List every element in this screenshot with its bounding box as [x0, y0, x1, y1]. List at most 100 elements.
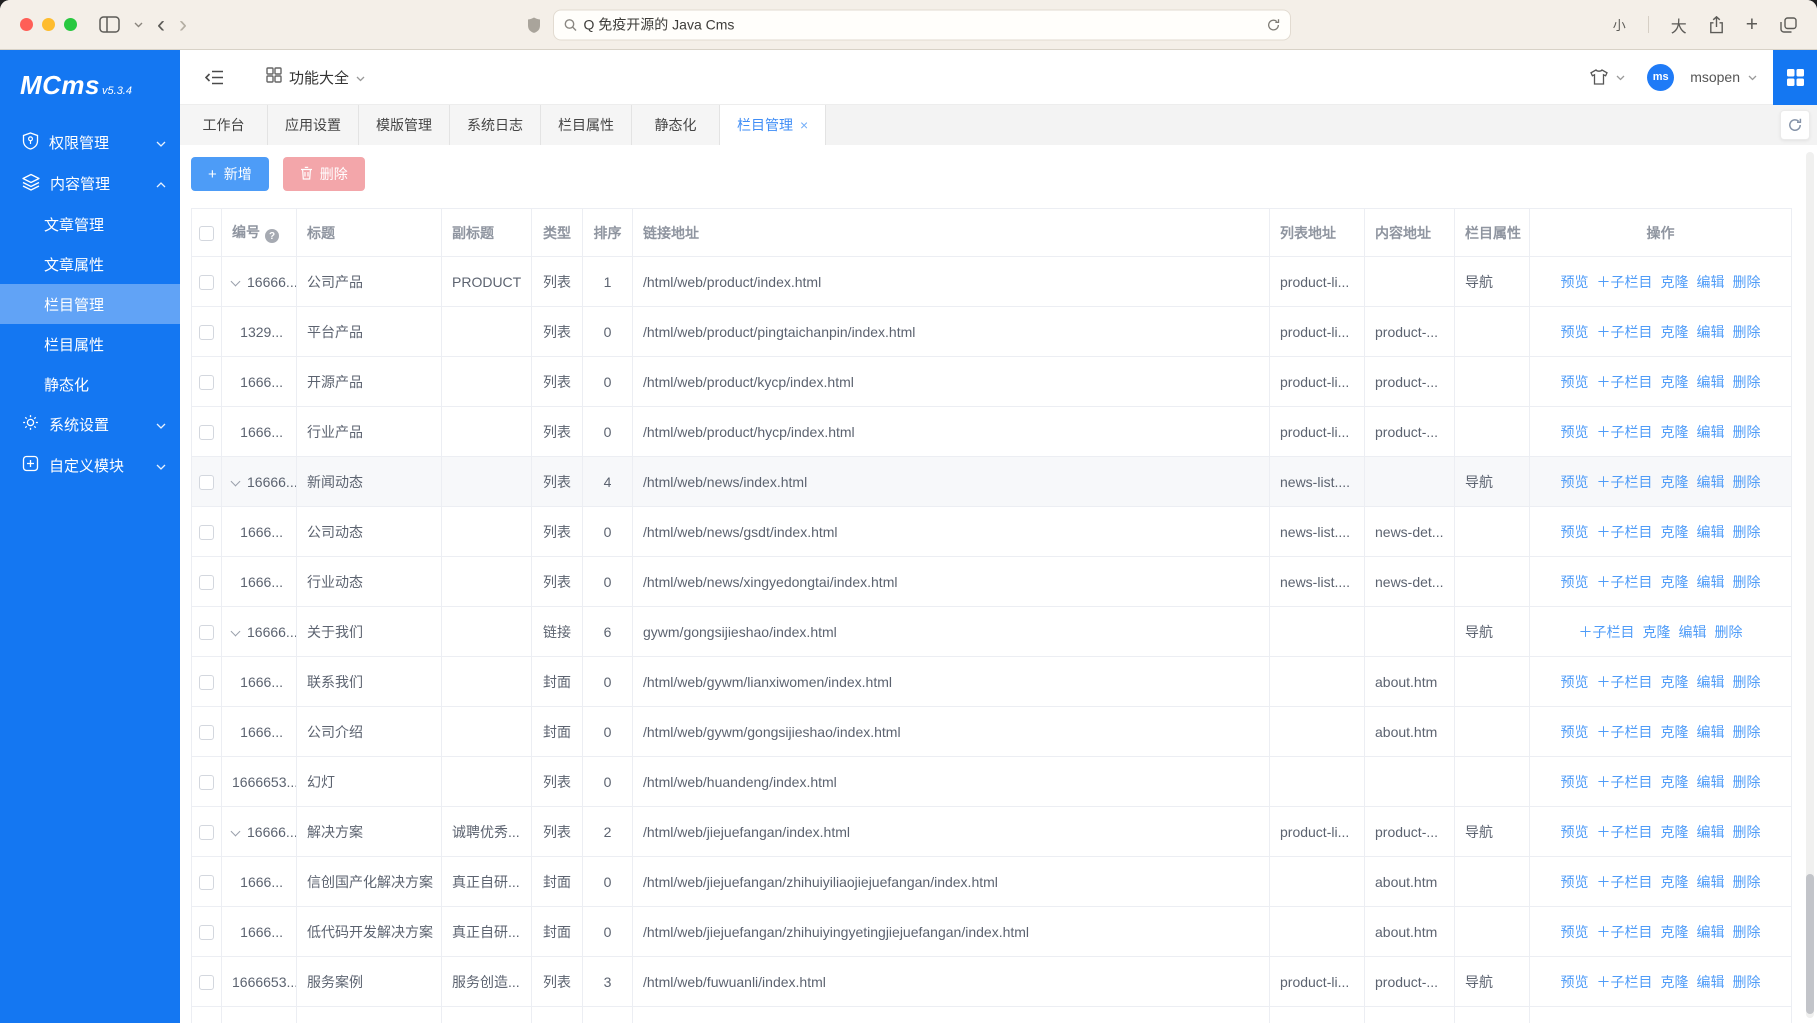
- row-checkbox[interactable]: [199, 725, 214, 740]
- action-delete[interactable]: 删除: [1733, 724, 1761, 740]
- action-preview[interactable]: 预览: [1561, 324, 1589, 340]
- tab-column-attributes[interactable]: 栏目属性: [541, 105, 632, 145]
- action-edit[interactable]: 编辑: [1697, 674, 1725, 690]
- action-add-child-column[interactable]: ＋子栏目: [1597, 924, 1653, 940]
- action-preview[interactable]: 预览: [1561, 874, 1589, 890]
- tab-overview-icon[interactable]: [1780, 17, 1797, 33]
- text-larger-button[interactable]: 大: [1671, 13, 1687, 37]
- action-preview[interactable]: 预览: [1561, 274, 1589, 290]
- action-edit[interactable]: 编辑: [1697, 924, 1725, 940]
- user-avatar[interactable]: ms: [1647, 64, 1674, 91]
- reload-icon[interactable]: [1267, 18, 1280, 31]
- sidebar-item-static[interactable]: 静态化: [0, 364, 180, 404]
- chevron-down-icon[interactable]: [1748, 68, 1757, 86]
- action-add-child-column[interactable]: ＋子栏目: [1597, 724, 1653, 740]
- action-delete[interactable]: 删除: [1733, 974, 1761, 990]
- sidebar-item-system-settings[interactable]: 系统设置: [0, 404, 180, 445]
- add-button[interactable]: + 新增: [191, 157, 269, 191]
- action-clone[interactable]: 克隆: [1661, 874, 1689, 890]
- action-clone[interactable]: 克隆: [1643, 624, 1671, 640]
- row-checkbox[interactable]: [199, 425, 214, 440]
- share-icon[interactable]: [1709, 16, 1724, 34]
- tab-static[interactable]: 静态化: [632, 105, 720, 145]
- row-checkbox[interactable]: [199, 925, 214, 940]
- action-delete[interactable]: 删除: [1733, 924, 1761, 940]
- sidebar-item-column-attributes[interactable]: 栏目属性: [0, 324, 180, 364]
- sidebar-item-article-management[interactable]: 文章管理: [0, 204, 180, 244]
- action-add-child-column[interactable]: ＋子栏目: [1597, 774, 1653, 790]
- action-edit[interactable]: 编辑: [1697, 474, 1725, 490]
- action-preview[interactable]: 预览: [1561, 974, 1589, 990]
- action-preview[interactable]: 预览: [1561, 424, 1589, 440]
- action-delete[interactable]: 删除: [1733, 324, 1761, 340]
- action-edit[interactable]: 编辑: [1697, 574, 1725, 590]
- action-delete[interactable]: 删除: [1733, 574, 1761, 590]
- action-edit[interactable]: 编辑: [1697, 424, 1725, 440]
- row-checkbox[interactable]: [199, 525, 214, 540]
- action-preview[interactable]: 预览: [1561, 924, 1589, 940]
- action-clone[interactable]: 克隆: [1661, 974, 1689, 990]
- scrollbar[interactable]: [1806, 152, 1814, 1018]
- row-checkbox[interactable]: [199, 675, 214, 690]
- row-checkbox[interactable]: [199, 775, 214, 790]
- action-add-child-column[interactable]: ＋子栏目: [1597, 324, 1653, 340]
- tab-system-logs[interactable]: 系统日志: [450, 105, 541, 145]
- action-edit[interactable]: 编辑: [1697, 274, 1725, 290]
- action-delete[interactable]: 删除: [1733, 874, 1761, 890]
- row-checkbox[interactable]: [199, 575, 214, 590]
- row-checkbox[interactable]: [199, 625, 214, 640]
- action-add-child-column[interactable]: ＋子栏目: [1597, 874, 1653, 890]
- theme-icon[interactable]: [1590, 69, 1608, 85]
- action-edit[interactable]: 编辑: [1697, 724, 1725, 740]
- back-button[interactable]: ‹: [157, 13, 165, 37]
- apps-grid-button[interactable]: [1773, 50, 1817, 105]
- action-delete[interactable]: 删除: [1733, 374, 1761, 390]
- action-delete[interactable]: 删除: [1733, 674, 1761, 690]
- tab-workbench[interactable]: 工作台: [180, 105, 268, 145]
- sidebar-item-column-management[interactable]: 栏目管理: [0, 284, 180, 324]
- action-preview[interactable]: 预览: [1561, 774, 1589, 790]
- action-clone[interactable]: 克隆: [1661, 724, 1689, 740]
- new-tab-button[interactable]: +: [1746, 13, 1758, 37]
- action-clone[interactable]: 克隆: [1661, 274, 1689, 290]
- tab-close-icon[interactable]: ×: [800, 118, 808, 132]
- action-delete[interactable]: 删除: [1715, 624, 1743, 640]
- action-preview[interactable]: 预览: [1561, 474, 1589, 490]
- action-add-child-column[interactable]: ＋子栏目: [1597, 974, 1653, 990]
- expand-chevron-icon[interactable]: [231, 826, 241, 836]
- expand-chevron-icon[interactable]: [231, 626, 241, 636]
- action-delete[interactable]: 删除: [1733, 424, 1761, 440]
- action-edit[interactable]: 编辑: [1697, 374, 1725, 390]
- action-clone[interactable]: 克隆: [1661, 924, 1689, 940]
- tab-column-management[interactable]: 栏目管理 ×: [720, 105, 826, 145]
- action-clone[interactable]: 克隆: [1661, 324, 1689, 340]
- action-clone[interactable]: 克隆: [1661, 674, 1689, 690]
- help-icon[interactable]: ?: [265, 229, 279, 243]
- sidebar-item-content[interactable]: 内容管理: [0, 163, 180, 204]
- action-clone[interactable]: 克隆: [1661, 524, 1689, 540]
- action-clone[interactable]: 克隆: [1661, 824, 1689, 840]
- action-add-child-column[interactable]: ＋子栏目: [1597, 574, 1653, 590]
- sidebar-item-custom-modules[interactable]: 自定义模块: [0, 445, 180, 486]
- action-delete[interactable]: 删除: [1733, 474, 1761, 490]
- action-edit[interactable]: 编辑: [1697, 824, 1725, 840]
- action-edit[interactable]: 编辑: [1679, 624, 1707, 640]
- action-edit[interactable]: 编辑: [1697, 974, 1725, 990]
- row-checkbox[interactable]: [199, 825, 214, 840]
- action-delete[interactable]: 删除: [1733, 274, 1761, 290]
- action-delete[interactable]: 删除: [1733, 524, 1761, 540]
- tab-template-management[interactable]: 模版管理: [359, 105, 450, 145]
- action-add-child-column[interactable]: ＋子栏目: [1579, 624, 1635, 640]
- action-clone[interactable]: 克隆: [1661, 374, 1689, 390]
- action-add-child-column[interactable]: ＋子栏目: [1597, 524, 1653, 540]
- browser-sidebar-icon[interactable]: [99, 16, 120, 33]
- action-add-child-column[interactable]: ＋子栏目: [1597, 674, 1653, 690]
- privacy-shield-icon[interactable]: [527, 16, 541, 33]
- address-bar[interactable]: Q 免疫开源的 Java Cms: [553, 9, 1291, 40]
- sidebar-item-permissions[interactable]: 权限管理: [0, 122, 180, 163]
- select-all-checkbox[interactable]: [199, 226, 214, 241]
- row-checkbox[interactable]: [199, 275, 214, 290]
- scrollbar-thumb[interactable]: [1806, 874, 1814, 1014]
- row-checkbox[interactable]: [199, 875, 214, 890]
- action-edit[interactable]: 编辑: [1697, 774, 1725, 790]
